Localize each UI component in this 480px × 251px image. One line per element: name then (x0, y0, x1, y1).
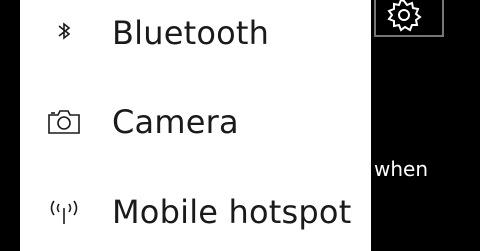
mobile-hotspot-icon (46, 196, 82, 228)
menu-item-mobile-hotspot[interactable]: Mobile hotspot (20, 184, 371, 240)
menu-item-camera[interactable]: Camera (20, 94, 371, 150)
bluetooth-icon (46, 17, 82, 49)
menu-item-label: Mobile hotspot (112, 193, 352, 231)
background-partial-text: when (374, 157, 429, 181)
quick-actions-menu: Bluetooth Camera Mobile hotspot (20, 0, 371, 251)
menu-item-label: Camera (112, 103, 239, 141)
screen: when Bluetooth Camera Mobile hotspot (0, 0, 480, 251)
menu-item-label: Bluetooth (112, 14, 270, 52)
camera-icon (46, 106, 82, 138)
gear-icon (384, 0, 424, 35)
settings-tile[interactable] (374, 0, 444, 37)
menu-item-bluetooth[interactable]: Bluetooth (20, 5, 371, 61)
